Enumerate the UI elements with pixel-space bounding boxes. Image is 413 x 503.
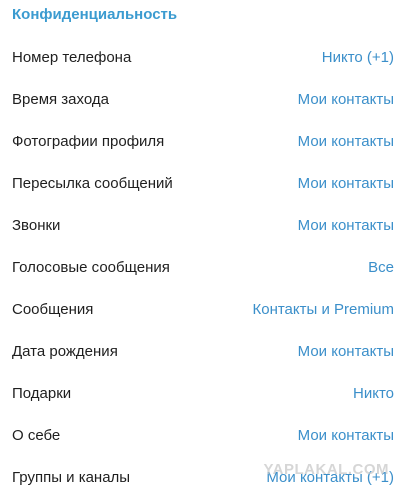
setting-row-calls[interactable]: Звонки Мои контакты [0, 205, 413, 247]
setting-value[interactable]: Контакты и Premium [252, 301, 394, 318]
setting-row-groups-and-channels[interactable]: Группы и каналы Мои контакты (+1) [0, 457, 413, 499]
privacy-settings-list: Номер телефона Никто (+1) Время захода М… [0, 37, 413, 499]
setting-row-voice-messages[interactable]: Голосовые сообщения Все [0, 247, 413, 289]
section-title: Конфиденциальность [12, 6, 178, 23]
setting-value[interactable]: Мои контакты [298, 217, 394, 234]
setting-label: Фотографии профиля [12, 133, 165, 150]
setting-label: Сообщения [12, 301, 94, 318]
setting-row-gifts[interactable]: Подарки Никто [0, 373, 413, 415]
privacy-settings-panel: Конфиденциальность Номер телефона Никто … [0, 0, 413, 503]
setting-label: Дата рождения [12, 343, 118, 360]
setting-label: Группы и каналы [12, 469, 131, 486]
setting-label: Время захода [12, 91, 109, 108]
setting-label: Голосовые сообщения [12, 259, 170, 276]
setting-value[interactable]: Мои контакты (+1) [266, 469, 394, 486]
setting-row-last-seen[interactable]: Время захода Мои контакты [0, 79, 413, 121]
setting-value[interactable]: Мои контакты [298, 133, 394, 150]
setting-value[interactable]: Никто [353, 385, 394, 402]
setting-value[interactable]: Все [368, 259, 394, 276]
setting-value[interactable]: Мои контакты [298, 343, 394, 360]
setting-row-forwarded-messages[interactable]: Пересылка сообщений Мои контакты [0, 163, 413, 205]
setting-label: Пересылка сообщений [12, 175, 173, 192]
setting-value[interactable]: Никто (+1) [322, 49, 394, 66]
setting-row-birthday[interactable]: Дата рождения Мои контакты [0, 331, 413, 373]
setting-value[interactable]: Мои контакты [298, 175, 394, 192]
setting-row-messages[interactable]: Сообщения Контакты и Premium [0, 289, 413, 331]
setting-row-bio[interactable]: О себе Мои контакты [0, 415, 413, 457]
setting-label: Номер телефона [12, 49, 132, 66]
setting-label: О себе [12, 427, 61, 444]
setting-value[interactable]: Мои контакты [298, 91, 394, 108]
setting-label: Подарки [12, 385, 72, 402]
setting-value[interactable]: Мои контакты [298, 427, 394, 444]
setting-row-profile-photos[interactable]: Фотографии профиля Мои контакты [0, 121, 413, 163]
setting-label: Звонки [12, 217, 61, 234]
setting-row-phone-number[interactable]: Номер телефона Никто (+1) [0, 37, 413, 79]
